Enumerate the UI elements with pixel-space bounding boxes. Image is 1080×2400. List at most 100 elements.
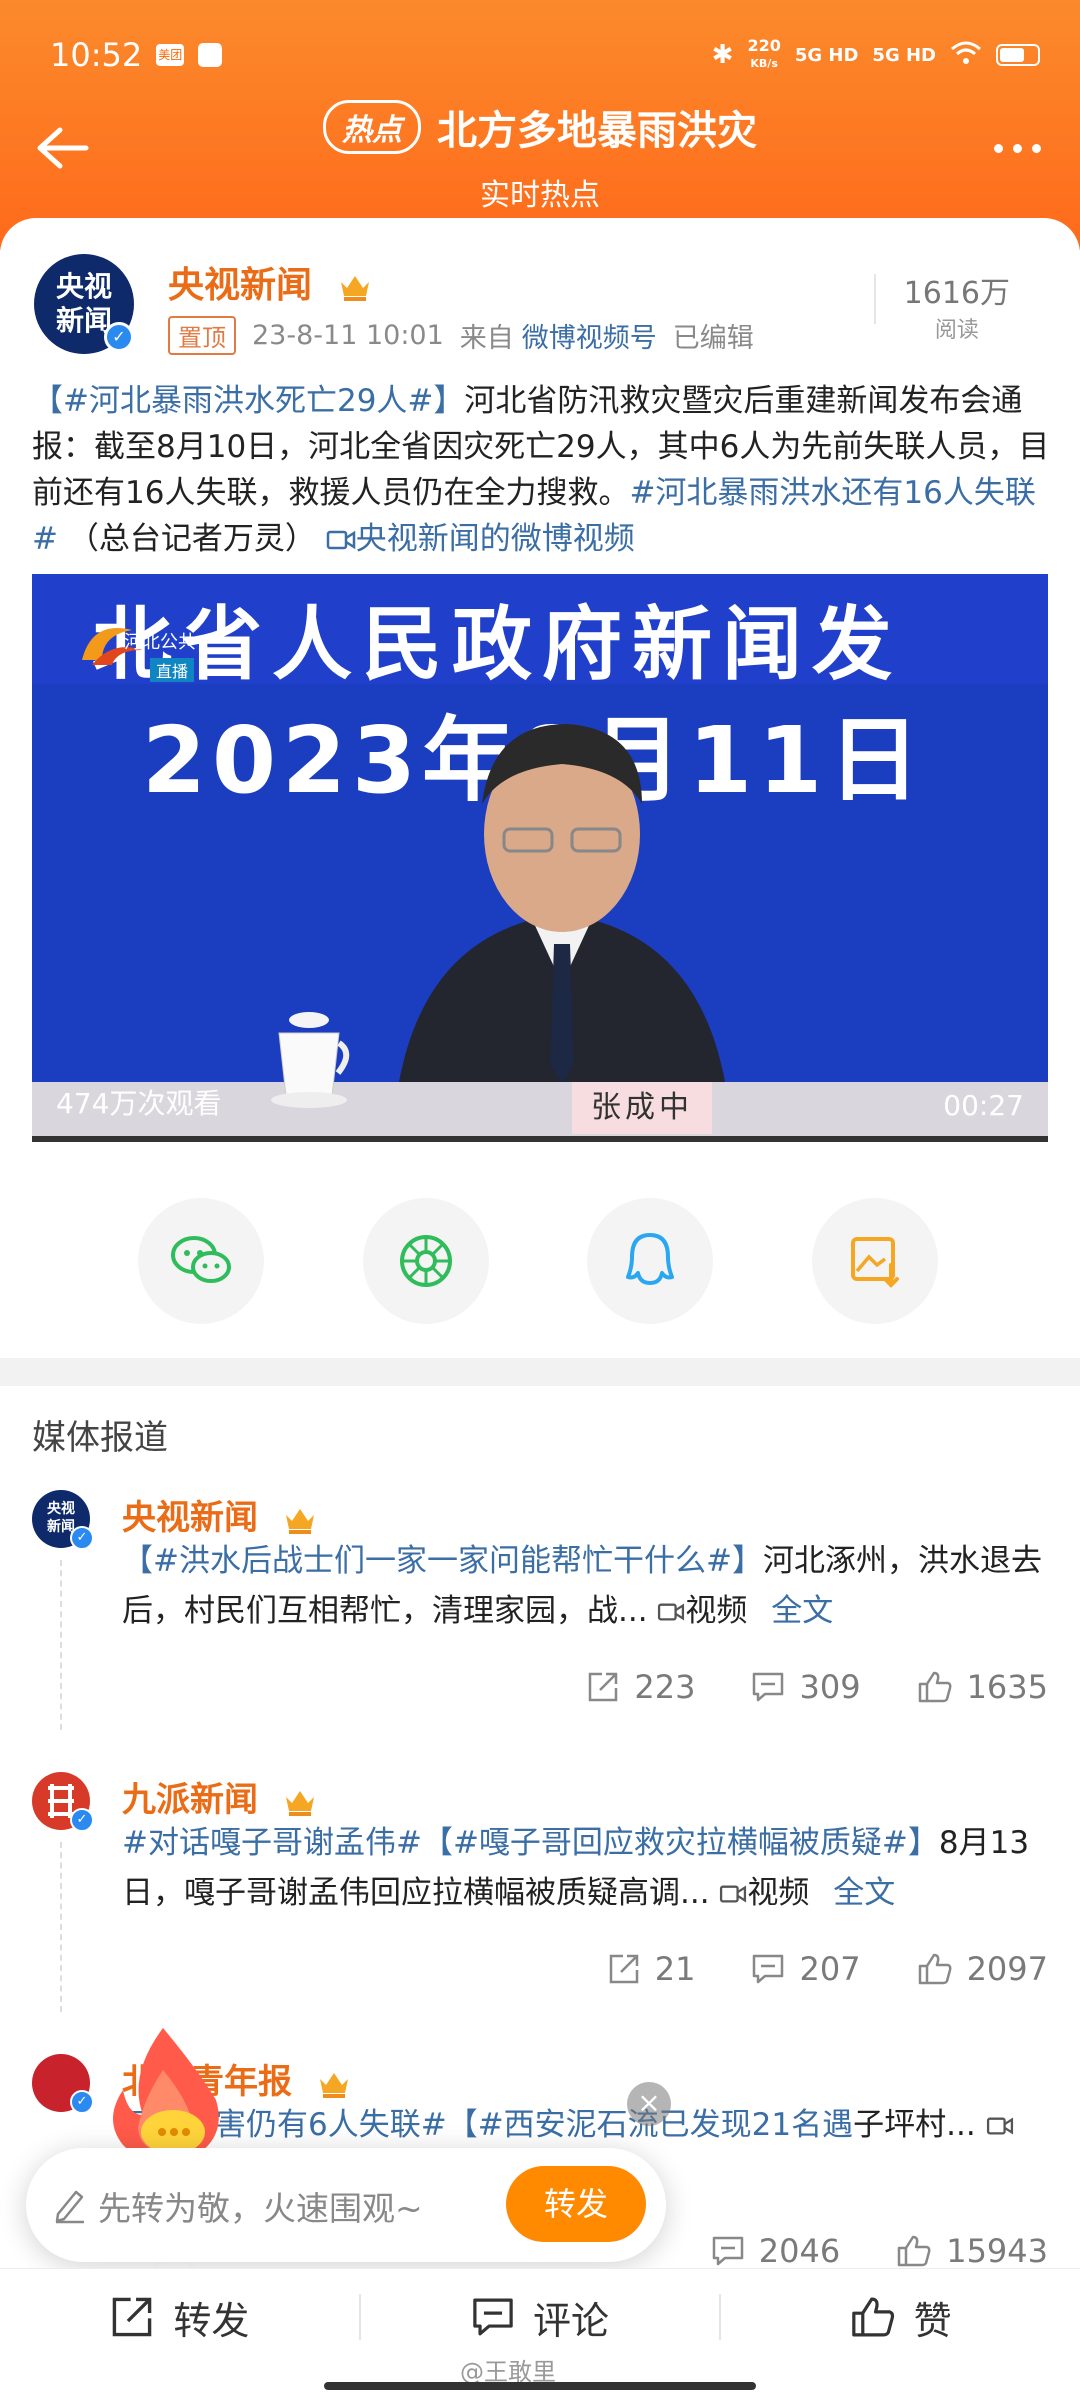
comment-icon [473,2298,513,2336]
share-wechat-button[interactable] [138,1198,264,1324]
share-row [138,1198,938,1328]
more-dot-icon [1012,143,1022,153]
status-bar: 10:52 美团 ✱ 220 KB/s 5G HD 5G HD [50,30,1040,80]
net-speed-value: 220 [747,36,781,55]
video-view-count: 474万次观看 [56,1087,222,1120]
post-meta: 置顶 23-8-11 10:01 来自 微博视频号 已编辑 [168,316,754,355]
video-link-text: 央视新闻的微博视频 [355,521,635,557]
signal-2: 5G HD [872,44,936,66]
section-separator [0,1358,1080,1386]
comment-stat[interactable]: 309 [751,1668,861,1706]
author-name[interactable]: 央视新闻 [168,256,373,308]
video-banner-text: 北省人民政府新闻发 [92,598,902,691]
net-speed-unit: KB/s [750,57,778,70]
channel-name: 河北公共 [124,632,196,653]
like-button[interactable]: 赞 [721,2269,1080,2365]
crown-icon [285,1790,314,1816]
media-avatar-text-top: 央视 [47,1501,75,1517]
close-prompt-button[interactable]: × [627,2082,671,2126]
crown-icon [340,276,369,301]
hot-badge: 热点 [323,100,421,154]
signal-1: 5G HD [794,44,859,66]
comment-stat[interactable]: 207 [751,1950,861,1988]
video-tag-text: 视频 [685,1593,748,1629]
repost-icon [609,1954,639,1984]
full-text-link[interactable]: 全文 [833,1875,895,1911]
media-name[interactable]: 九派新闻 [122,1772,318,1821]
like-count: 15943 [946,2232,1048,2270]
comment-icon [712,2236,744,2266]
media-item[interactable]: ✓ 九派新闻 #对话嘎子哥谢孟伟#【#嘎子哥回应救灾拉横幅被质疑#】8月13日，… [0,1772,1080,1992]
nameplate: 张成中 [572,1082,712,1134]
video-icon [658,1603,685,1621]
hashtag-link[interactable]: 【#洪水后战士们一家一家问能帮忙干什么#】 [122,1543,763,1579]
comment-button[interactable]: 评论 [361,2269,720,2365]
comment-count: 309 [799,1668,861,1706]
video-link[interactable]: 央视新闻的微博视频 [326,521,635,557]
full-text-link[interactable]: 全文 [771,1593,833,1629]
video-tag[interactable]: 视频 [657,1593,747,1629]
video-link-icon [326,530,355,550]
save-image-button[interactable] [811,1198,938,1324]
repost-count: 223 [634,1668,696,1706]
source-prefix: 来自 [459,323,514,354]
media-section-title: 媒体报道 [32,1418,168,1458]
moments-icon [399,1235,452,1287]
repost-stat[interactable]: 21 [607,1950,695,1988]
video-progress-track [32,1136,1048,1142]
topic-subtitle: 实时热点 [480,178,600,213]
share-qq-button[interactable] [587,1198,714,1324]
comment-count: 2046 [758,2232,841,2270]
repost-stat[interactable]: 223 [586,1668,695,1706]
comment-label: 评论 [533,2298,610,2343]
like-label: 赞 [913,2298,952,2343]
wechat-icon [171,1236,231,1283]
topic-title-area: 热点 北方多地暴雨洪灾 实时热点 [0,98,1080,214]
media-stats: 223 309 1635 [586,1668,1048,1706]
media-stats: 2046 15943 [711,2232,1048,2270]
quick-repost-button[interactable]: 转发 [506,2166,646,2242]
verified-badge-icon: ✓ [70,1808,94,1832]
source-link[interactable]: 微博视频号 [522,316,657,355]
like-icon [897,2235,931,2267]
media-item[interactable]: 央视 新闻 ✓ 央视新闻 【#洪水后战士们一家一家问能帮忙干什么#】河北涿州，洪… [0,1490,1080,1710]
repost-button[interactable]: 转发 [0,2269,359,2365]
comment-stat[interactable]: 2046 [711,2232,840,2270]
pencil-icon [55,2190,84,2224]
home-indicator[interactable] [324,2382,756,2390]
repost-icon [589,1672,618,1702]
divider [874,274,876,324]
video-icon [720,1885,747,1903]
video-icon [986,2117,1013,2135]
more-options-button[interactable] [982,118,1052,178]
hashtag-link[interactable]: #对话嘎子哥谢孟伟#【#嘎子哥回应救灾拉横幅被质疑#】 [122,1825,939,1861]
qq-icon [626,1233,675,1285]
notification-icon [198,43,223,67]
reporter-credit: （总台记者万灵） [67,521,316,557]
verified-badge-icon: ✓ [70,1526,94,1550]
teacup-icon [271,1012,350,1108]
hashtag-link[interactable]: 【#河北暴雨洪水死亡29人#】 [32,383,464,419]
video-tag[interactable]: 视频 [719,1875,809,1911]
quick-repost-input[interactable]: 先转为敬，火速围观~ [98,2182,423,2230]
topic-header: 10:52 美团 ✱ 220 KB/s 5G HD 5G HD 热点 北方多地暴… [0,0,1080,250]
video-player[interactable]: 北省人民政府新闻发 2023年8月11日 河北公共 直播 张成中 474万次观看… [32,574,1048,1142]
net-speed: 220 KB/s [747,38,780,72]
media-name-text: 央视新闻 [122,1498,258,1538]
video-tag-text: 视频 [747,1875,810,1911]
live-badge: 直播 [150,658,195,682]
like-stat[interactable]: 1635 [917,1668,1048,1706]
topic-title: 北方多地暴雨洪灾 [437,108,757,154]
author-name-text: 央视新闻 [168,265,313,306]
edited-label: 已编辑 [672,323,754,354]
quick-repost-bar[interactable]: 先转为敬，火速围观~ 转发 [26,2148,666,2262]
more-dot-icon [1031,143,1041,153]
media-name[interactable]: 央视新闻 [122,1490,318,1539]
like-stat[interactable]: 2097 [917,1950,1048,1988]
share-moments-button[interactable] [362,1198,489,1324]
battery-icon [996,44,1040,66]
verified-badge-icon: ✓ [104,322,134,352]
like-stat[interactable]: 15943 [896,2232,1048,2270]
meituan-notification-icon: 美团 [156,44,185,66]
bluetooth-icon: ✱ [711,40,734,70]
